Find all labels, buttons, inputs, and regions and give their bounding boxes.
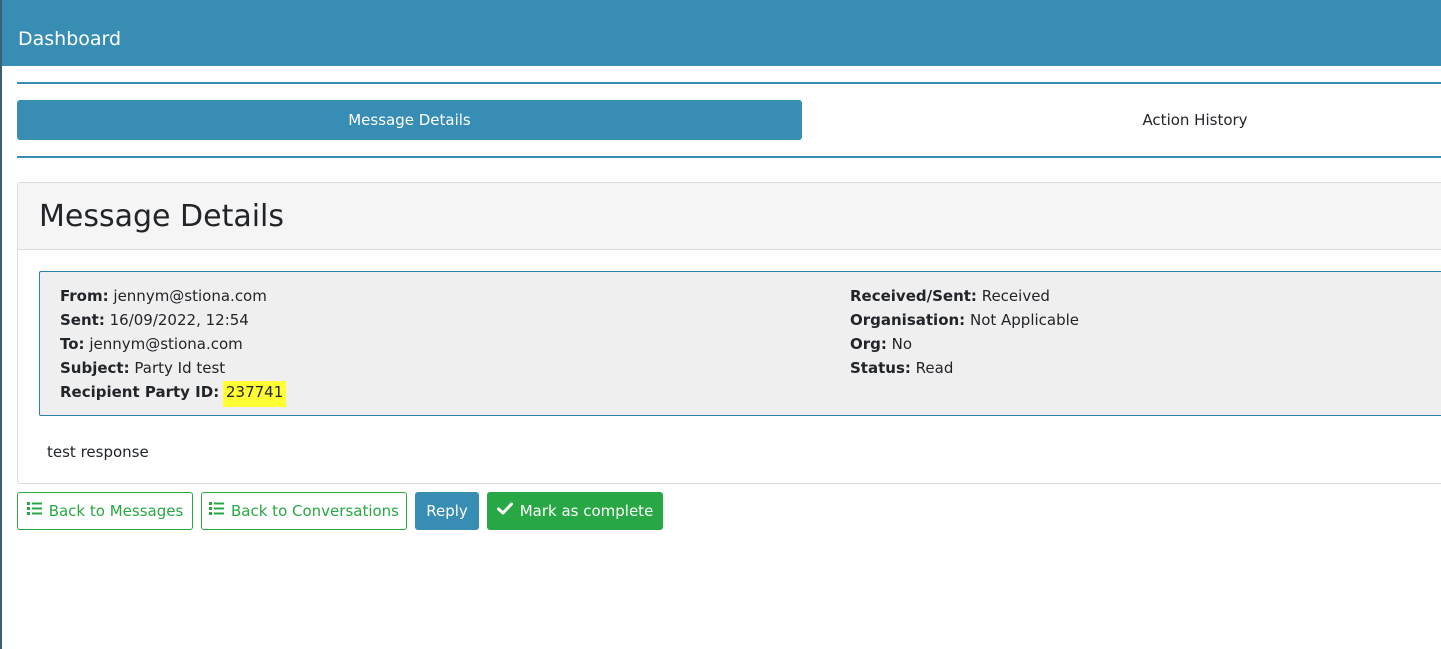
back-to-messages-label: Back to Messages (48, 502, 184, 520)
field-subject: Subject: Party Id test (60, 356, 286, 380)
list-icon (209, 492, 224, 528)
field-label: Sent: (60, 311, 105, 329)
field-label: To: (60, 335, 85, 353)
page: Dashboard Message Details Action History… (0, 0, 1441, 649)
field-label: Recipient Party ID: (60, 383, 220, 401)
field-value: No (891, 335, 913, 353)
back-to-conversations-button[interactable]: Back to Conversations (201, 492, 407, 530)
field-label: Organisation: (850, 311, 966, 329)
field-value: Received (981, 287, 1050, 305)
message-info-left: From: jennym@stiona.com Sent: 16/09/2022… (60, 284, 287, 407)
field-status: Status: Read (850, 356, 1079, 380)
tab-action-history[interactable]: Action History (802, 100, 1441, 140)
field-value: jennym@stiona.com (113, 287, 267, 305)
mark-as-complete-label: Mark as complete (519, 502, 654, 520)
field-org: Org: No (850, 332, 1079, 356)
message-body: test response (47, 443, 149, 461)
field-label: Subject: (60, 359, 130, 377)
field-organisation: Organisation: Not Applicable (850, 308, 1079, 332)
tab-message-details[interactable]: Message Details (17, 100, 802, 140)
field-recipient-party-id: Recipient Party ID: 237741 (60, 380, 287, 407)
back-to-conversations-label: Back to Conversations (231, 502, 399, 520)
tab-bottom-divider (17, 156, 1441, 158)
field-received-sent: Received/Sent: Received (850, 284, 1079, 308)
field-label: From: (60, 287, 109, 305)
mark-as-complete-button[interactable]: Mark as complete (487, 492, 663, 530)
field-label: Received/Sent: (850, 287, 977, 305)
field-value: Party Id test (134, 359, 226, 377)
dashboard-title[interactable]: Dashboard (18, 27, 121, 51)
tab-top-divider (17, 82, 1441, 84)
reply-button[interactable]: Reply (415, 492, 479, 530)
field-value: jennym@stiona.com (89, 335, 243, 353)
field-value: Read (915, 359, 954, 377)
field-to: To: jennym@stiona.com (60, 332, 286, 356)
message-info-box: From: jennym@stiona.com Sent: 16/09/2022… (39, 271, 1441, 416)
top-bar: Dashboard (2, 0, 1441, 66)
recipient-party-id-value: 237741 (222, 381, 287, 407)
card-title: Message Details (39, 199, 285, 234)
field-value: Not Applicable (969, 311, 1080, 329)
check-icon (496, 492, 513, 528)
field-from: From: jennym@stiona.com (60, 284, 286, 308)
back-to-messages-button[interactable]: Back to Messages (17, 492, 193, 530)
message-info-right: Received/Sent: Received Organisation: No… (850, 284, 1079, 380)
message-details-card: Message Details From: jennym@stiona.com … (17, 182, 1441, 484)
card-header: Message Details (18, 183, 1441, 250)
field-sent: Sent: 16/09/2022, 12:54 (60, 308, 286, 332)
list-icon (26, 492, 42, 528)
field-label: Org: (850, 335, 887, 353)
field-value: 16/09/2022, 12:54 (109, 311, 249, 329)
field-label: Status: (850, 359, 911, 377)
